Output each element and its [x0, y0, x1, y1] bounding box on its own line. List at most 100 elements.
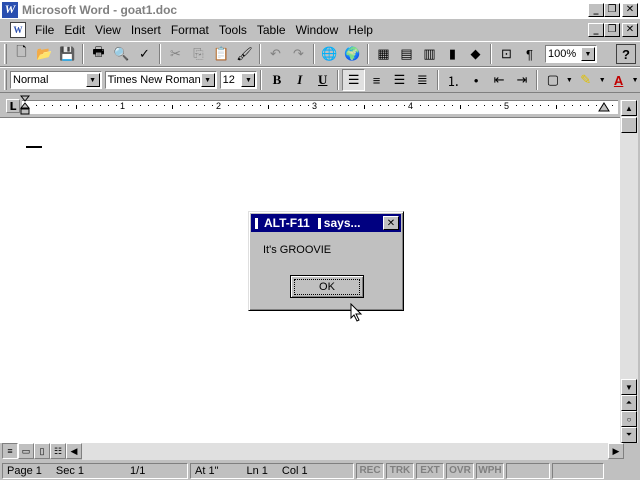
online-layout-view-icon[interactable]: ▭ [18, 443, 34, 459]
cut-icon[interactable]: ✂ [164, 43, 187, 65]
dialog-close-icon[interactable]: ✕ [383, 216, 399, 230]
ruler-tick [492, 105, 493, 106]
print-preview-icon[interactable]: 🔍 [110, 43, 133, 65]
restore-button[interactable]: ❐ [604, 2, 620, 17]
chevron-down-icon[interactable]: ▼ [630, 69, 640, 91]
columns-icon[interactable]: ▮ [441, 43, 464, 65]
ruler-tick [428, 105, 429, 106]
office-assistant-help-icon[interactable]: ? [616, 44, 636, 64]
print-icon[interactable]: 🖶 [87, 43, 110, 65]
dialog-title-bar[interactable]: ALT-F11 says... ✕ [251, 214, 401, 232]
web-toolbar-icon[interactable]: 🌍 [341, 43, 364, 65]
scroll-left-icon[interactable]: ◀ [66, 443, 82, 459]
menu-window[interactable]: Window [291, 23, 344, 37]
doc-close-button[interactable]: ✕ [622, 23, 638, 37]
bold-button[interactable]: B [265, 69, 288, 91]
decrease-indent-icon[interactable]: ⇤ [488, 69, 511, 91]
insert-table-icon[interactable]: ▤ [395, 43, 418, 65]
paste-icon[interactable]: 📋 [210, 43, 233, 65]
save-icon[interactable]: 💾 [56, 43, 79, 65]
menu-view[interactable]: View [90, 23, 126, 37]
menu-format[interactable]: Format [166, 23, 214, 37]
minimize-button[interactable]: _ [588, 2, 604, 17]
menu-tools[interactable]: Tools [214, 23, 252, 37]
ok-button[interactable]: OK [290, 275, 364, 298]
style-select[interactable]: Normal ▼ [10, 71, 102, 89]
status-rec[interactable]: REC [356, 462, 384, 479]
ruler-tick [236, 105, 237, 106]
chevron-down-icon[interactable]: ▼ [85, 73, 100, 87]
chevron-down-icon[interactable]: ▼ [564, 69, 574, 91]
tab-selector[interactable]: L [6, 99, 20, 113]
doc-restore-button[interactable]: ❐ [604, 23, 620, 37]
status-blank-panel [552, 462, 604, 479]
chevron-down-icon[interactable]: ▼ [241, 73, 256, 87]
insert-excel-icon[interactable]: ▥ [418, 43, 441, 65]
open-folder-icon[interactable]: 📂 [33, 43, 56, 65]
hyperlink-icon[interactable]: 🌐 [318, 43, 341, 65]
underline-button[interactable]: U [311, 69, 334, 91]
right-indent-marker-icon[interactable] [598, 102, 610, 112]
tables-borders-icon[interactable]: ▦ [372, 43, 395, 65]
chevron-down-icon[interactable]: ▼ [597, 69, 607, 91]
scroll-down-icon[interactable]: ▼ [621, 379, 637, 395]
select-browse-object-icon[interactable]: ○ [621, 411, 637, 427]
status-ovr[interactable]: OVR [446, 462, 474, 479]
menu-file[interactable]: File [30, 23, 59, 37]
increase-indent-icon[interactable]: ⇥ [511, 69, 534, 91]
horizontal-scrollbar[interactable] [82, 443, 608, 460]
font-size-select[interactable]: 12 ▼ [219, 71, 258, 89]
zoom-select[interactable]: 100% ▼ [545, 45, 597, 63]
scroll-right-icon[interactable]: ▶ [608, 443, 624, 459]
document-map-icon[interactable]: ⊡ [495, 43, 518, 65]
menu-help[interactable]: Help [343, 23, 378, 37]
format-painter-icon[interactable]: 🖌 [233, 43, 256, 65]
page-layout-view-icon[interactable]: ▯ [34, 443, 50, 459]
numbering-icon[interactable]: ⒈ [442, 69, 465, 91]
vertical-scrollbar[interactable]: ▲ ▼ ⏶ ○ ⏷ [620, 100, 638, 443]
scroll-thumb[interactable] [621, 117, 637, 133]
outline-view-icon[interactable]: ☷ [50, 443, 66, 459]
spelling-icon[interactable]: ✓ [133, 43, 156, 65]
undo-icon[interactable]: ↶ [264, 43, 287, 65]
status-spelling-indicator[interactable] [506, 462, 550, 479]
borders-icon[interactable]: ▢ [541, 69, 564, 91]
align-center-icon[interactable]: ≡ [365, 69, 388, 91]
italic-button[interactable]: I [288, 69, 311, 91]
close-button[interactable]: ✕ [622, 2, 638, 17]
ruler-tick [540, 105, 541, 106]
scroll-up-icon[interactable]: ▲ [621, 100, 637, 116]
show-hide-icon[interactable]: ¶ [518, 43, 541, 65]
indent-marker-icon[interactable] [20, 95, 30, 115]
drawing-icon[interactable]: ◆ [464, 43, 487, 65]
align-left-icon[interactable]: ☰ [342, 69, 366, 91]
previous-page-icon[interactable]: ⏶ [621, 395, 637, 411]
word-app-icon[interactable]: W [2, 1, 18, 18]
copy-icon[interactable]: ⎘ [187, 43, 210, 65]
status-ext[interactable]: EXT [416, 462, 444, 479]
align-right-icon[interactable]: ☰ [388, 69, 411, 91]
font-select[interactable]: Times New Roman ▼ [104, 71, 217, 89]
toolbar-grip[interactable] [4, 70, 7, 90]
next-page-icon[interactable]: ⏷ [621, 427, 637, 443]
menu-table[interactable]: Table [252, 23, 291, 37]
toolbar-grip[interactable] [4, 44, 7, 64]
status-trk[interactable]: TRK [386, 462, 414, 479]
justify-icon[interactable]: ≣ [411, 69, 434, 91]
ruler-tick [212, 105, 213, 106]
normal-view-icon[interactable]: ≡ [2, 443, 18, 459]
menu-insert[interactable]: Insert [126, 23, 166, 37]
chevron-down-icon[interactable]: ▼ [581, 47, 595, 61]
redo-icon[interactable]: ↷ [287, 43, 310, 65]
bullets-icon[interactable]: • [465, 69, 488, 91]
font-color-icon[interactable]: A [607, 69, 630, 91]
chevron-down-icon[interactable]: ▼ [200, 73, 215, 87]
status-wph[interactable]: WPH [476, 462, 504, 479]
highlight-icon[interactable]: ✎ [574, 69, 597, 91]
doc-minimize-button[interactable]: _ [588, 23, 604, 37]
document-icon[interactable]: W [10, 22, 26, 38]
new-document-icon[interactable]: 🗋 [10, 43, 33, 65]
ruler-tick [108, 105, 109, 106]
horizontal-ruler[interactable]: 1 2 3 4 5 [22, 100, 618, 114]
menu-edit[interactable]: Edit [59, 23, 90, 37]
